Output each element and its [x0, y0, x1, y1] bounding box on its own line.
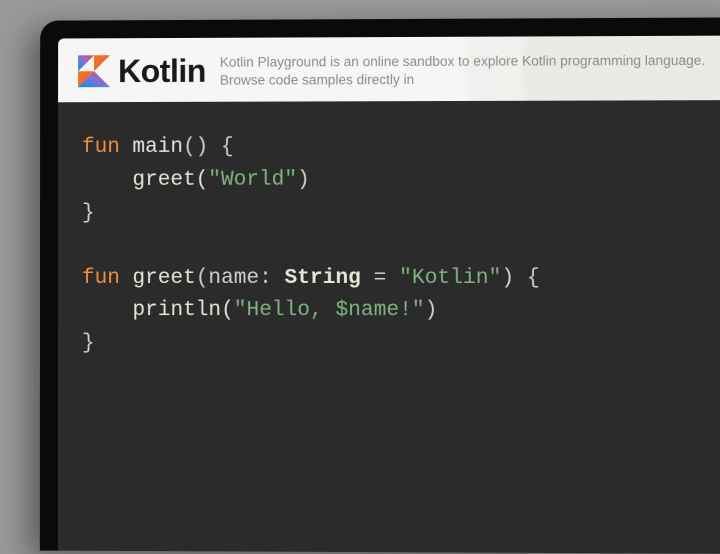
- screen: Kotlin Kotlin Playground is an online sa…: [58, 36, 720, 554]
- call-greet: greet(: [132, 169, 208, 192]
- fn-main: main: [120, 136, 183, 159]
- product-name: Kotlin: [118, 53, 206, 90]
- keyword-fun: fun: [82, 267, 120, 290]
- brace-close: }: [82, 332, 95, 355]
- indent: [82, 169, 132, 192]
- punct: ): [297, 169, 310, 192]
- paren-open: (: [196, 267, 209, 290]
- device-frame: Kotlin Kotlin Playground is an online sa…: [40, 17, 720, 553]
- param-name: name:: [208, 267, 284, 290]
- fn-greet: greet: [120, 267, 196, 290]
- kotlin-logo-icon: [78, 55, 110, 87]
- code-editor[interactable]: fun main() { greet("World") } fun greet(…: [58, 101, 720, 392]
- string-hello: "Hello, $name!": [234, 299, 425, 322]
- indent: [82, 299, 133, 322]
- paren-close: ): [425, 299, 438, 322]
- string-world: "World": [208, 169, 297, 192]
- tagline-text: Kotlin Playground is an online sandbox t…: [220, 50, 720, 90]
- brace-close: }: [82, 202, 95, 225]
- type-string: String: [285, 267, 361, 290]
- brand-block[interactable]: Kotlin: [78, 53, 206, 90]
- paren-close-brace: ) {: [501, 266, 540, 289]
- call-println: println(: [133, 299, 234, 322]
- equals: =: [361, 267, 399, 290]
- header-bar: Kotlin Kotlin Playground is an online sa…: [58, 36, 720, 103]
- string-kotlin: "Kotlin": [399, 266, 501, 289]
- punct: () {: [183, 136, 234, 159]
- keyword-fun: fun: [82, 136, 120, 159]
